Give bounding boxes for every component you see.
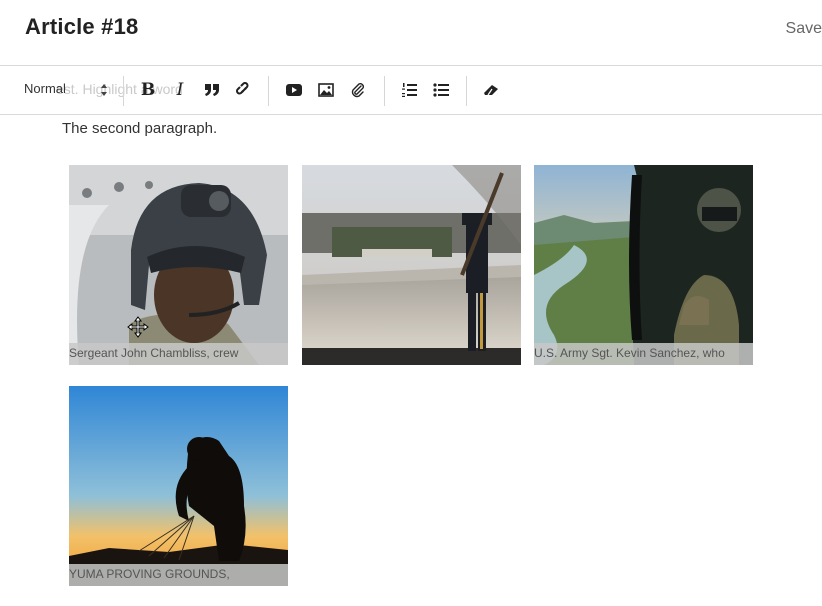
move-cursor-icon xyxy=(127,316,149,338)
gallery-image-2[interactable] xyxy=(302,165,521,365)
gallery-image-4[interactable]: YUMA PROVING GROUNDS, xyxy=(69,386,288,586)
toolbar-divider xyxy=(268,76,269,106)
toolbar-divider xyxy=(123,76,124,106)
attachment-icon[interactable] xyxy=(347,79,369,101)
bold-icon[interactable]: B xyxy=(137,79,159,101)
page-title: Article #18 xyxy=(25,14,139,39)
editor-header: Article #18 Save xyxy=(0,0,822,66)
formatting-toolbar: est. Highlight a word Normal B I xyxy=(0,66,822,115)
block-format-select[interactable]: Normal xyxy=(24,81,110,101)
image-icon[interactable] xyxy=(315,79,337,101)
ordered-list-icon[interactable] xyxy=(398,79,420,101)
toolbar-divider xyxy=(466,76,467,106)
save-button[interactable]: Save xyxy=(786,20,822,38)
paratrooper-photo xyxy=(69,386,288,586)
link-icon[interactable] xyxy=(233,79,255,101)
video-icon[interactable] xyxy=(283,79,305,101)
honor-guard-photo xyxy=(302,165,521,365)
select-arrows-icon xyxy=(101,84,107,96)
quote-icon[interactable] xyxy=(201,79,223,101)
gallery-image-1[interactable]: Sergeant John Chambliss, crew xyxy=(69,165,288,365)
image-caption: YUMA PROVING GROUNDS, xyxy=(69,564,288,586)
eraser-icon[interactable] xyxy=(480,79,502,101)
paragraph-text[interactable]: The second paragraph. xyxy=(62,120,217,137)
toolbar-divider xyxy=(384,76,385,106)
helmet-photo xyxy=(69,165,288,365)
image-caption: U.S. Army Sgt. Kevin Sanchez, who xyxy=(534,343,753,365)
block-format-value: Normal xyxy=(24,81,66,96)
image-caption: Sergeant John Chambliss, crew xyxy=(69,343,288,365)
bullet-list-icon[interactable] xyxy=(430,79,452,101)
gallery-image-3[interactable]: U.S. Army Sgt. Kevin Sanchez, who xyxy=(534,165,753,365)
italic-icon[interactable]: I xyxy=(169,79,191,101)
helicopter-photo xyxy=(534,165,753,365)
